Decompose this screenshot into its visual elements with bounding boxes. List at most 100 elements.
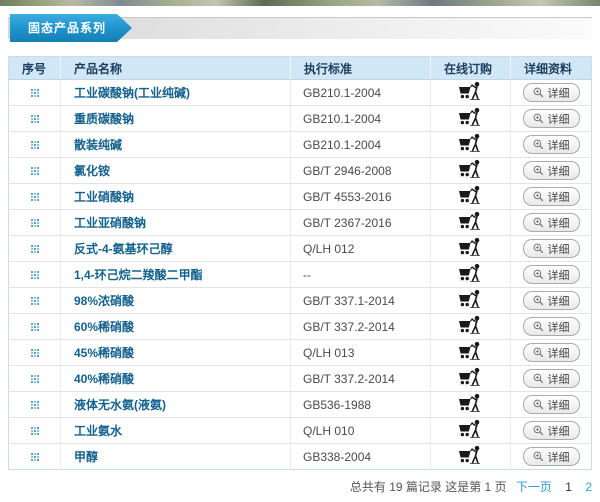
grid-dots-icon xyxy=(31,375,39,383)
detail-button-label: 详细 xyxy=(548,267,570,283)
order-cell xyxy=(431,184,511,210)
next-page-link[interactable]: 下一页 xyxy=(516,480,552,494)
detail-button[interactable]: 详细 xyxy=(523,135,580,154)
product-link[interactable]: 氯化铵 xyxy=(74,164,110,178)
detail-button[interactable]: 详细 xyxy=(523,161,580,180)
product-name-cell: 液体无水氨(液氨) xyxy=(61,392,291,418)
detail-button[interactable]: 详细 xyxy=(523,265,580,284)
product-link[interactable]: 工业碳酸钠(工业纯碱) xyxy=(74,86,190,100)
detail-cell: 详细 xyxy=(511,366,592,392)
magnifier-plus-icon xyxy=(533,321,544,332)
detail-button[interactable]: 详细 xyxy=(523,213,580,232)
detail-button[interactable]: 详细 xyxy=(523,187,580,206)
product-link[interactable]: 工业硝酸钠 xyxy=(74,190,134,204)
product-name-cell: 1,4-环己烷二羧酸二甲酯 xyxy=(61,262,291,288)
cart-person-icon[interactable] xyxy=(456,81,486,102)
order-cell xyxy=(431,288,511,314)
product-name-cell: 60%稀硝酸 xyxy=(61,314,291,340)
seq-cell xyxy=(9,184,61,210)
table-row: 氯化铵GB/T 2946-2008 详细 xyxy=(9,158,592,184)
product-link[interactable]: 98%浓硝酸 xyxy=(74,294,134,308)
detail-button[interactable]: 详细 xyxy=(523,369,580,388)
table-row: 工业硝酸钠GB/T 4553-2016 详细 xyxy=(9,184,592,210)
standard-cell: GB210.1-2004 xyxy=(291,132,431,158)
cart-person-icon[interactable] xyxy=(456,393,486,414)
cart-person-icon[interactable] xyxy=(456,263,486,284)
order-cell xyxy=(431,132,511,158)
cart-person-icon[interactable] xyxy=(456,315,486,336)
product-link[interactable]: 60%稀硝酸 xyxy=(74,320,134,334)
cart-person-icon[interactable] xyxy=(456,445,486,466)
product-link[interactable]: 45%稀硝酸 xyxy=(74,346,134,360)
order-cell xyxy=(431,158,511,184)
table-row: 散装纯碱 GB210.1-2004 详细 xyxy=(9,132,592,158)
product-link[interactable]: 散装纯碱 xyxy=(74,138,122,152)
magnifier-plus-icon xyxy=(533,425,544,436)
product-name-cell: 氯化铵 xyxy=(61,158,291,184)
product-link[interactable]: 40%稀硝酸 xyxy=(74,372,134,386)
standard-text: GB/T 337.1-2014 xyxy=(303,294,395,308)
product-name-cell: 散装纯碱 xyxy=(61,132,291,158)
product-link[interactable]: 1,4-环己烷二羧酸二甲酯 xyxy=(74,268,203,282)
order-cell xyxy=(431,418,511,444)
detail-button-label: 详细 xyxy=(548,371,570,387)
cart-person-icon[interactable] xyxy=(456,107,486,128)
order-cell xyxy=(431,444,511,470)
detail-button[interactable]: 详细 xyxy=(523,109,580,128)
product-link[interactable]: 工业氨水 xyxy=(74,424,122,438)
order-cell xyxy=(431,262,511,288)
detail-cell: 详细 xyxy=(511,210,592,236)
seq-cell xyxy=(9,340,61,366)
detail-button[interactable]: 详细 xyxy=(523,447,580,466)
detail-button-label: 详细 xyxy=(548,137,570,153)
product-link[interactable]: 重质碳酸钠 xyxy=(74,112,134,126)
cart-person-icon[interactable] xyxy=(456,289,486,310)
detail-cell: 详细 xyxy=(511,132,592,158)
product-link[interactable]: 反式-4-氨基环己醇 xyxy=(74,242,173,256)
standard-text: GB338-2004 xyxy=(303,450,371,464)
detail-button[interactable]: 详细 xyxy=(523,343,580,362)
standard-cell: GB/T 337.2-2014 xyxy=(291,366,431,392)
detail-button-label: 详细 xyxy=(548,111,570,127)
detail-button-label: 详细 xyxy=(548,215,570,231)
section-title: 固态产品系列 xyxy=(28,21,106,35)
header-online-order: 在线订购 xyxy=(431,57,511,80)
standard-text: GB210.1-2004 xyxy=(303,112,381,126)
table-row: 1,4-环己烷二羧酸二甲酯-- 详细 xyxy=(9,262,592,288)
order-cell xyxy=(431,236,511,262)
detail-button[interactable]: 详细 xyxy=(523,291,580,310)
standard-text: GB210.1-2004 xyxy=(303,86,381,100)
product-link[interactable]: 液体无水氨(液氨) xyxy=(74,398,166,412)
standard-cell: GB/T 337.2-2014 xyxy=(291,314,431,340)
order-cell xyxy=(431,366,511,392)
grid-dots-icon xyxy=(31,427,39,435)
detail-button[interactable]: 详细 xyxy=(523,83,580,102)
cart-person-icon[interactable] xyxy=(456,159,486,180)
magnifier-plus-icon xyxy=(533,399,544,410)
standard-cell: GB210.1-2004 xyxy=(291,106,431,132)
grid-dots-icon xyxy=(31,89,39,97)
detail-button[interactable]: 详细 xyxy=(523,317,580,336)
cart-person-icon[interactable] xyxy=(456,185,486,206)
detail-button[interactable]: 详细 xyxy=(523,239,580,258)
cart-person-icon[interactable] xyxy=(456,133,486,154)
standard-text: Q/LH 012 xyxy=(303,242,354,256)
detail-button[interactable]: 详细 xyxy=(523,421,580,440)
seq-cell xyxy=(9,236,61,262)
cart-person-icon[interactable] xyxy=(456,341,486,362)
standard-text: GB210.1-2004 xyxy=(303,138,381,152)
magnifier-plus-icon xyxy=(533,217,544,228)
table-row: 工业碳酸钠(工业纯碱) GB210.1-2004 详细 xyxy=(9,80,592,106)
detail-cell: 详细 xyxy=(511,80,592,106)
cart-person-icon[interactable] xyxy=(456,237,486,258)
cart-person-icon[interactable] xyxy=(456,419,486,440)
cart-person-icon[interactable] xyxy=(456,367,486,388)
page-2-link[interactable]: 2 xyxy=(585,480,592,494)
product-link[interactable]: 甲醇 xyxy=(74,450,98,464)
detail-button[interactable]: 详细 xyxy=(523,395,580,414)
section-banner: 固态产品系列 xyxy=(8,14,592,42)
cart-person-icon[interactable] xyxy=(456,211,486,232)
seq-cell xyxy=(9,392,61,418)
header-product-name: 产品名称 xyxy=(61,57,291,80)
product-link[interactable]: 工业亚硝酸钠 xyxy=(74,216,146,230)
